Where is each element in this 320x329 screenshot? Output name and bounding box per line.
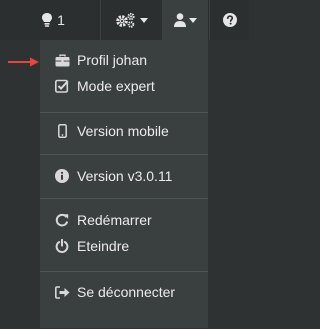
notifications-count: 1	[57, 12, 65, 28]
user-icon	[174, 13, 186, 27]
menu-item-label: Profil johan	[77, 52, 148, 68]
chevron-down-icon	[189, 17, 197, 23]
menu-divider	[40, 271, 208, 272]
briefcase-icon	[54, 52, 70, 68]
lightbulb-icon	[41, 12, 53, 28]
help-button[interactable]	[210, 0, 249, 40]
top-navbar: 1	[0, 0, 249, 40]
shutdown-menu-item[interactable]: Eteindre	[54, 235, 208, 257]
mobile-version-menu-item[interactable]: Version mobile	[54, 120, 208, 142]
power-off-icon	[54, 238, 70, 254]
profile-menu-item[interactable]: Profil johan	[54, 49, 208, 71]
chevron-down-icon	[139, 17, 148, 23]
menu-item-label: Redémarrer	[77, 212, 152, 228]
annotation-arrow	[8, 55, 40, 73]
menu-item-label: Mode expert	[77, 78, 155, 94]
menu-item-label: Version v3.0.11	[77, 168, 173, 184]
refresh-icon	[54, 212, 70, 228]
user-dropdown-menu: Profil johan Mode expert Version mobile	[40, 40, 208, 328]
settings-menu-button[interactable]	[101, 0, 161, 40]
menu-divider	[40, 198, 208, 199]
menu-item-label: Se déconnecter	[77, 284, 176, 300]
info-circle-icon	[54, 168, 70, 184]
menu-divider	[40, 154, 208, 155]
version-menu-item: Version v3.0.11	[54, 165, 208, 187]
expert-mode-menu-item[interactable]: Mode expert	[54, 75, 208, 97]
check-square-icon	[54, 78, 70, 94]
question-circle-icon	[222, 13, 237, 27]
mobile-icon	[54, 123, 70, 139]
notifications-button[interactable]: 1	[28, 0, 78, 40]
restart-menu-item[interactable]: Redémarrer	[54, 209, 208, 231]
sign-out-icon	[54, 284, 70, 300]
cogs-icon	[115, 12, 137, 28]
logout-menu-item[interactable]: Se déconnecter	[54, 281, 208, 303]
menu-divider	[40, 112, 208, 113]
user-menu-button[interactable]	[163, 0, 208, 40]
menu-item-label: Version mobile	[77, 123, 169, 139]
menu-item-label: Eteindre	[77, 238, 130, 254]
